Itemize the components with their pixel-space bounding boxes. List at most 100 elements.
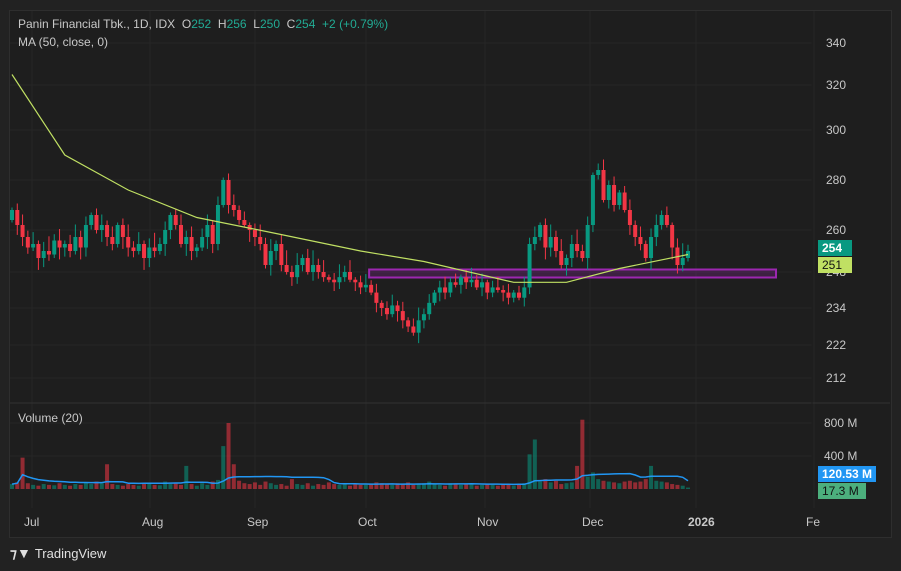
- open-value: 252: [191, 17, 212, 31]
- volume-bar: [332, 484, 337, 489]
- candle-body: [543, 225, 548, 248]
- candle-body: [73, 237, 78, 251]
- candle-body: [453, 282, 458, 285]
- volume-bar: [52, 485, 57, 489]
- candle-body: [184, 237, 189, 244]
- candle-body: [421, 314, 426, 321]
- candle-body: [427, 302, 432, 315]
- volume-bar: [548, 482, 553, 489]
- chart-canvas[interactable]: [0, 0, 901, 571]
- candle-body: [41, 251, 46, 258]
- price-tick: 260: [826, 223, 847, 237]
- change-value: +2 (+0.79%): [322, 17, 389, 31]
- symbol-legend: Panin Financial Tbk., 1D, IDX O252 H256 …: [18, 17, 388, 31]
- candle-body: [406, 320, 411, 327]
- candle-body: [57, 240, 62, 248]
- volume-bar: [311, 485, 316, 489]
- candle-body: [474, 279, 479, 288]
- candle-body: [395, 305, 400, 312]
- candle-body: [585, 225, 590, 258]
- time-tick: Aug: [142, 515, 164, 529]
- volume-bar: [416, 484, 421, 489]
- volume-bar: [247, 484, 252, 489]
- volume-bar: [274, 484, 279, 489]
- volume-bar: [41, 484, 46, 489]
- volume-bar: [480, 484, 485, 489]
- candle-body: [411, 326, 416, 333]
- candle-body: [25, 237, 30, 248]
- volume-bar: [284, 485, 289, 489]
- candle-body: [332, 279, 337, 283]
- price-tick: 212: [826, 371, 847, 385]
- candle-body: [506, 292, 511, 298]
- volume-bar: [490, 484, 495, 489]
- volume-bar: [215, 479, 220, 489]
- candle-body: [15, 210, 20, 225]
- candle-body: [443, 287, 448, 293]
- volume-bar: [115, 484, 120, 489]
- volume-bar: [263, 481, 268, 489]
- candle-body: [659, 215, 664, 225]
- volume-bar: [20, 457, 25, 489]
- candle-body: [126, 237, 131, 248]
- candle-body: [538, 225, 543, 237]
- volume-bar: [654, 480, 659, 489]
- candle-body: [627, 210, 632, 225]
- price-tick: 222: [826, 338, 847, 352]
- volume-bar: [105, 464, 110, 489]
- candle-body: [284, 265, 289, 272]
- volume-bar: [305, 483, 310, 489]
- volume-bar: [179, 484, 183, 489]
- volume-bar: [25, 483, 30, 489]
- candle-body: [173, 215, 178, 225]
- candle-body: [569, 244, 574, 258]
- candle-body: [10, 210, 14, 220]
- candle-body: [596, 170, 601, 175]
- volume-bar: [173, 483, 178, 489]
- tradingview-logo[interactable]: ⁊▼ TradingView: [10, 545, 106, 562]
- price-tick: 320: [826, 78, 847, 92]
- candle-body: [78, 237, 83, 248]
- ma-legend[interactable]: MA (50, close, 0): [18, 35, 108, 49]
- volume-bar: [316, 484, 321, 489]
- volume-bar: [680, 485, 685, 489]
- candle-body: [437, 287, 442, 293]
- volume-bar: [252, 482, 257, 489]
- volume-bar: [559, 484, 564, 489]
- volume-legend[interactable]: Volume (20): [18, 411, 83, 425]
- candle-body: [553, 237, 558, 251]
- candle-body: [142, 244, 147, 258]
- volume-bar: [495, 485, 500, 489]
- candle-body: [316, 265, 321, 272]
- volume-bar: [221, 446, 226, 489]
- symbol-title: Panin Financial Tbk., 1D, IDX: [18, 17, 176, 31]
- time-tick: Dec: [582, 515, 604, 529]
- candle-body: [321, 272, 326, 278]
- tradingview-logo-icon: ⁊▼: [10, 545, 31, 561]
- candle-body: [110, 237, 115, 244]
- candle-body: [62, 244, 67, 248]
- candle-body: [194, 247, 199, 251]
- candle-body: [601, 170, 606, 200]
- volume-bar: [511, 485, 516, 489]
- candle-body: [490, 287, 495, 293]
- volume-bar: [464, 484, 469, 489]
- volume-bar: [36, 485, 41, 489]
- volume-bar: [131, 484, 136, 489]
- volume-bar: [569, 482, 574, 489]
- volume-bar: [612, 482, 617, 489]
- last-volume-badge: 17.3 M: [818, 483, 866, 499]
- volume-bar: [326, 482, 331, 489]
- candle-body: [606, 185, 611, 200]
- candle-body: [31, 244, 36, 248]
- candle-body: [369, 284, 374, 293]
- volume-bar: [147, 483, 152, 489]
- ma-value-badge: 251: [818, 257, 852, 273]
- volume-bar: [300, 484, 305, 489]
- volume-bar: [564, 483, 569, 489]
- volume-bar: [258, 484, 263, 489]
- candle-body: [326, 277, 331, 280]
- volume-bar: [585, 476, 590, 489]
- volume-bar: [83, 482, 88, 489]
- time-tick: Fe: [806, 515, 821, 529]
